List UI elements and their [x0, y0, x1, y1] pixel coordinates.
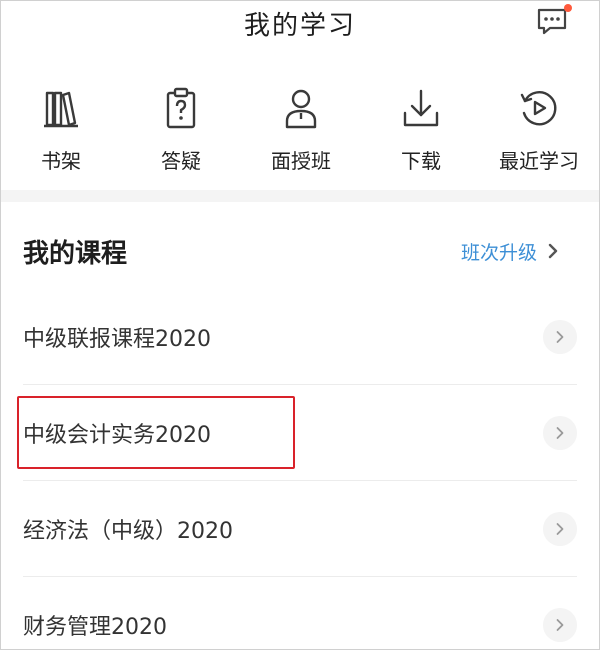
section-divider — [1, 190, 599, 202]
course-title: 中级会计实务2020 — [23, 423, 211, 448]
course-row[interactable]: 经济法（中级）2020 — [1, 481, 599, 577]
course-title: 中级联报课程2020 — [23, 327, 211, 352]
course-row[interactable]: 中级联报课程2020 — [1, 289, 599, 385]
notification-dot — [564, 4, 572, 12]
course-row[interactable]: 财务管理2020 — [1, 577, 599, 649]
chevron-right-icon — [548, 243, 558, 259]
nav-label: 书架 — [41, 149, 81, 173]
course-title: 经济法（中级）2020 — [23, 519, 233, 544]
chevron-right-icon — [543, 512, 577, 546]
nav-download[interactable]: 下载 — [366, 79, 476, 179]
nav-label: 下载 — [401, 149, 441, 173]
clipboard-question-icon — [166, 87, 196, 129]
download-icon — [403, 89, 439, 127]
nav-classroom[interactable]: 面授班 — [246, 79, 356, 179]
page-title: 我的学习 — [243, 11, 356, 41]
bookshelf-icon — [44, 91, 78, 128]
app-screen: 我的学习 书架 答疑 面授班 下载 最近学习 我的课程 班次升级 中级联报课程2… — [0, 0, 600, 650]
nav-recent[interactable]: 最近学习 — [484, 79, 594, 179]
upgrade-link[interactable]: 班次升级 — [461, 237, 559, 265]
message-bubble-icon — [537, 8, 567, 35]
person-icon — [285, 89, 317, 129]
course-title: 财务管理2020 — [23, 615, 167, 640]
chevron-right-icon — [543, 320, 577, 354]
upgrade-label: 班次升级 — [461, 241, 538, 264]
chevron-right-icon — [543, 416, 577, 450]
nav-bookshelf[interactable]: 书架 — [6, 79, 116, 179]
nav-label: 答疑 — [161, 149, 201, 173]
top-bar: 我的学习 — [1, 1, 599, 47]
course-row[interactable]: 中级会计实务2020 — [1, 385, 599, 481]
nav-qa[interactable]: 答疑 — [126, 79, 236, 179]
quick-nav: 书架 答疑 面授班 下载 最近学习 — [1, 79, 599, 179]
courses-title: 我的课程 — [23, 239, 128, 269]
nav-label: 最近学习 — [499, 149, 579, 173]
message-button[interactable] — [536, 7, 568, 37]
chevron-right-icon — [543, 608, 577, 642]
nav-label: 面授班 — [271, 149, 331, 173]
recent-play-icon — [520, 91, 557, 126]
